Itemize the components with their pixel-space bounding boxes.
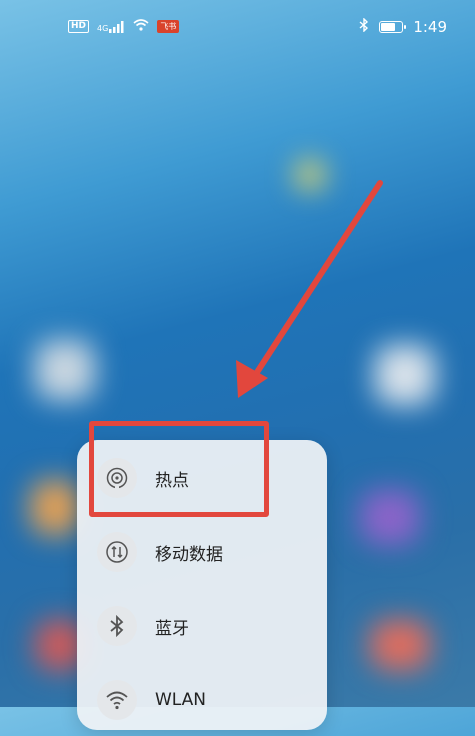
background-blur-icon (35, 340, 95, 400)
highlight-box (89, 421, 269, 517)
menu-item-wlan[interactable]: WLAN (77, 664, 327, 736)
bluetooth-icon (97, 606, 137, 646)
network-type-label: 4G (97, 23, 109, 33)
app-notification-badge: 飞书 (157, 20, 180, 33)
background-blur-icon (30, 480, 80, 535)
background-blur-icon (370, 620, 430, 670)
wifi-icon (133, 18, 149, 35)
status-bar: HD 4G 飞书 1:49 (0, 0, 475, 52)
background-blur-icon (295, 160, 325, 190)
wifi-icon (97, 680, 137, 720)
menu-item-mobile-data[interactable]: 移动数据 (77, 516, 327, 588)
menu-item-label: 移动数据 (155, 544, 223, 565)
status-time: 1:49 (413, 18, 447, 36)
battery-icon (379, 21, 407, 33)
menu-item-label: WLAN (155, 690, 207, 710)
bluetooth-icon (359, 17, 369, 36)
menu-item-label: 蓝牙 (155, 618, 189, 639)
background-blur-icon (375, 345, 435, 405)
mobile-data-icon (97, 532, 137, 572)
signal-icon: 4G (97, 20, 125, 33)
hd-badge: HD (68, 20, 90, 33)
background-blur-icon (360, 490, 420, 545)
menu-item-bluetooth[interactable]: 蓝牙 (77, 590, 327, 662)
